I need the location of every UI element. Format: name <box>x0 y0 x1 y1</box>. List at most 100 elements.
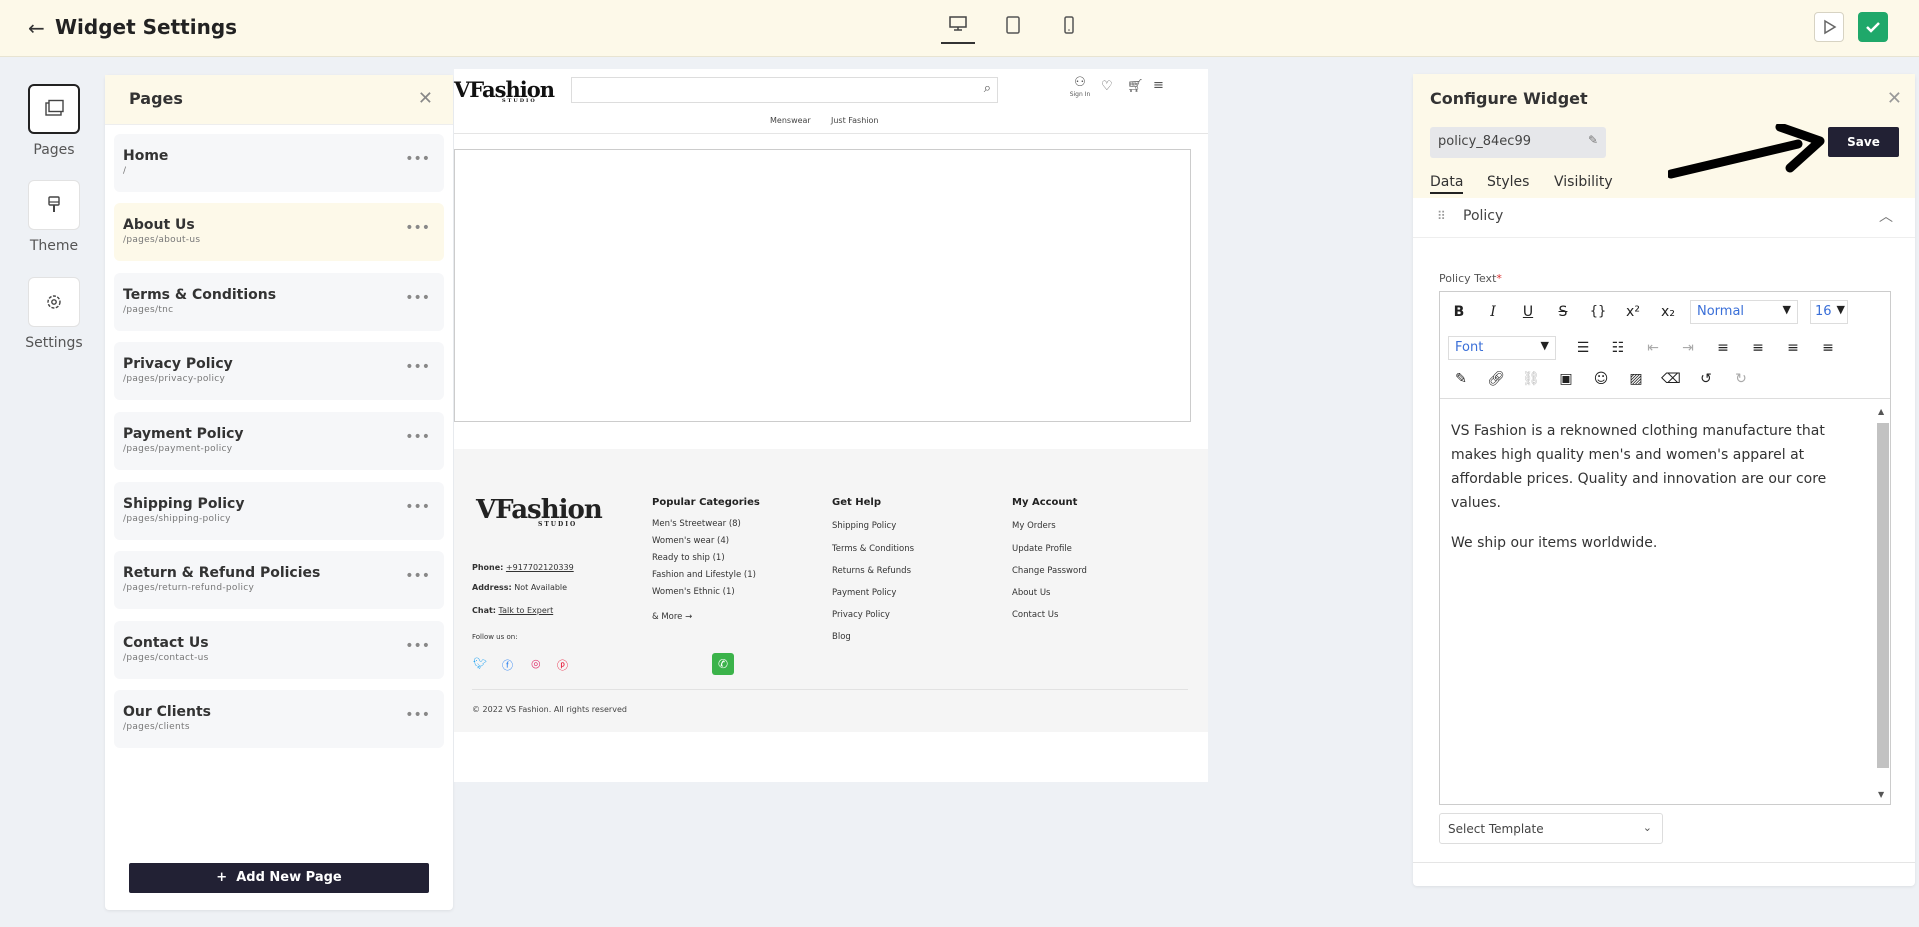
align-left-icon[interactable]: ≡ <box>1710 337 1736 359</box>
close-icon[interactable]: ✕ <box>1887 88 1902 109</box>
page-item-payment[interactable]: Payment Policy /pages/payment-policy ••• <box>114 412 444 470</box>
sign-in-label[interactable]: Sign In <box>1068 91 1092 98</box>
scroll-up-icon[interactable]: ▲ <box>1878 407 1884 416</box>
indent-icon[interactable]: ⇥ <box>1675 337 1701 359</box>
add-new-page-button[interactable]: + Add New Page <box>129 863 429 893</box>
undo-icon[interactable]: ↺ <box>1693 368 1719 390</box>
more-options-icon[interactable]: ••• <box>405 499 430 515</box>
more-options-icon[interactable]: ••• <box>405 151 430 167</box>
emoji-icon[interactable]: ☺ <box>1588 368 1614 390</box>
chevron-up-icon[interactable]: ︿ <box>1879 206 1893 226</box>
hamburger-menu-icon[interactable]: ≡ <box>1153 78 1164 93</box>
instagram-icon[interactable]: ◎ <box>531 657 541 670</box>
unlink-icon[interactable]: ⛓ <box>1518 368 1544 390</box>
footer-link[interactable]: Shipping Policy <box>832 521 896 531</box>
tab-styles[interactable]: Styles <box>1487 174 1529 190</box>
more-options-icon[interactable]: ••• <box>405 638 430 654</box>
block-format-select[interactable]: Normal ▼ <box>1690 300 1798 324</box>
more-options-icon[interactable]: ••• <box>405 568 430 584</box>
site-search-input[interactable]: ⌕ <box>571 77 998 103</box>
outdent-icon[interactable]: ⇤ <box>1640 337 1666 359</box>
footer-link[interactable]: My Orders <box>1012 521 1056 531</box>
numbered-list-icon[interactable]: ☷ <box>1605 337 1631 359</box>
footer-link[interactable]: Change Password <box>1012 566 1087 576</box>
preview-play-button[interactable] <box>1814 12 1844 42</box>
facebook-icon[interactable]: ⓕ <box>502 657 513 673</box>
footer-link[interactable]: Blog <box>832 632 851 642</box>
footer-link[interactable]: Update Profile <box>1012 544 1072 554</box>
mobile-view-button[interactable] <box>1052 16 1086 44</box>
more-options-icon[interactable]: ••• <box>405 290 430 306</box>
link-icon[interactable]: 🔗︎ <box>1483 368 1509 390</box>
image-icon[interactable]: ▨ <box>1623 368 1649 390</box>
subscript-icon[interactable]: x₂ <box>1655 301 1681 323</box>
cart-icon[interactable]: 🛒︎ <box>1127 79 1144 94</box>
footer-link[interactable]: Men's Streetwear (8) <box>652 519 741 529</box>
rail-settings[interactable]: Settings <box>25 277 83 351</box>
nav-menswear[interactable]: Menswear <box>770 116 811 125</box>
tablet-view-button[interactable] <box>996 16 1030 44</box>
footer-link[interactable]: Contact Us <box>1012 610 1058 620</box>
rail-theme[interactable]: Theme <box>28 180 80 254</box>
scroll-down-icon[interactable]: ▼ <box>1878 790 1884 799</box>
color-picker-icon[interactable]: ✎ <box>1448 368 1474 390</box>
footer-link[interactable]: Payment Policy <box>832 588 896 598</box>
embed-icon[interactable]: ▣ <box>1553 368 1579 390</box>
save-button[interactable]: Save <box>1828 127 1899 157</box>
align-center-icon[interactable]: ≡ <box>1745 337 1771 359</box>
more-options-icon[interactable]: ••• <box>405 220 430 236</box>
tab-visibility[interactable]: Visibility <box>1554 174 1613 190</box>
site-logo[interactable]: VFashion STUDIO <box>454 77 555 104</box>
footer-link[interactable]: Women's Ethnic (1) <box>652 587 735 597</box>
drag-handle-icon[interactable]: ⠿ <box>1437 209 1446 223</box>
more-options-icon[interactable]: ••• <box>405 707 430 723</box>
more-categories-link[interactable]: & More → <box>652 612 692 622</box>
italic-icon[interactable]: I <box>1480 301 1506 323</box>
footer-link[interactable]: Returns & Refunds <box>832 566 911 576</box>
whatsapp-icon[interactable]: ✆ <box>712 653 734 675</box>
code-icon[interactable]: {} <box>1585 301 1611 323</box>
scrollbar-thumb[interactable] <box>1877 423 1889 768</box>
chat-link[interactable]: Talk to Expert <box>499 606 554 615</box>
widget-id-field[interactable]: policy_84ec99 ✎ <box>1430 127 1606 158</box>
page-item-shipping[interactable]: Shipping Policy /pages/shipping-policy •… <box>114 482 444 540</box>
footer-link[interactable]: About Us <box>1012 588 1050 598</box>
underline-icon[interactable]: U <box>1515 301 1541 323</box>
tab-data[interactable]: Data <box>1430 174 1464 194</box>
paint-brush-icon[interactable] <box>28 180 80 230</box>
phone-link[interactable]: +917702120339 <box>506 563 574 572</box>
nav-just-fashion[interactable]: Just Fashion <box>831 116 878 125</box>
close-icon[interactable]: ✕ <box>418 88 433 109</box>
page-item-return-refund[interactable]: Return & Refund Policies /pages/return-r… <box>114 551 444 609</box>
editor-content[interactable]: VS Fashion is a reknowned clothing manuf… <box>1440 398 1890 804</box>
pages-icon[interactable] <box>28 84 80 134</box>
page-item-contact[interactable]: Contact Us /pages/contact-us ••• <box>114 621 444 679</box>
more-options-icon[interactable]: ••• <box>405 429 430 445</box>
rail-pages[interactable]: Pages <box>28 84 80 158</box>
align-justify-icon[interactable]: ≡ <box>1815 337 1841 359</box>
footer-link[interactable]: Privacy Policy <box>832 610 890 620</box>
footer-link[interactable]: Ready to ship (1) <box>652 553 725 563</box>
strikethrough-icon[interactable]: S <box>1550 301 1576 323</box>
heart-icon[interactable]: ♡ <box>1101 79 1113 94</box>
page-item-home[interactable]: Home / ••• <box>114 134 444 192</box>
desktop-view-button[interactable] <box>941 16 975 44</box>
footer-link[interactable]: Terms & Conditions <box>832 544 914 554</box>
publish-check-button[interactable] <box>1858 12 1888 42</box>
bulleted-list-icon[interactable]: ☰ <box>1570 337 1596 359</box>
arrow-left-icon[interactable]: ← <box>28 16 45 40</box>
font-family-select[interactable]: Font ▼ <box>1448 336 1556 360</box>
redo-icon[interactable]: ↻ <box>1728 368 1754 390</box>
policy-section-header[interactable]: ⠿ Policy ︿ <box>1413 198 1915 238</box>
page-item-privacy[interactable]: Privacy Policy /pages/privacy-policy ••• <box>114 342 444 400</box>
pencil-icon[interactable]: ✎ <box>1588 133 1598 147</box>
superscript-icon[interactable]: x² <box>1620 301 1646 323</box>
select-template-dropdown[interactable]: Select Template ⌄ <box>1439 813 1663 844</box>
bold-icon[interactable]: B <box>1446 301 1472 323</box>
align-right-icon[interactable]: ≡ <box>1780 337 1806 359</box>
footer-link[interactable]: Women's wear (4) <box>652 536 729 546</box>
eraser-icon[interactable]: ⌫ <box>1658 368 1684 390</box>
twitter-icon[interactable]: 🐦︎ <box>473 657 487 670</box>
search-icon[interactable]: ⌕ <box>984 81 991 96</box>
page-item-terms[interactable]: Terms & Conditions /pages/tnc ••• <box>114 273 444 331</box>
